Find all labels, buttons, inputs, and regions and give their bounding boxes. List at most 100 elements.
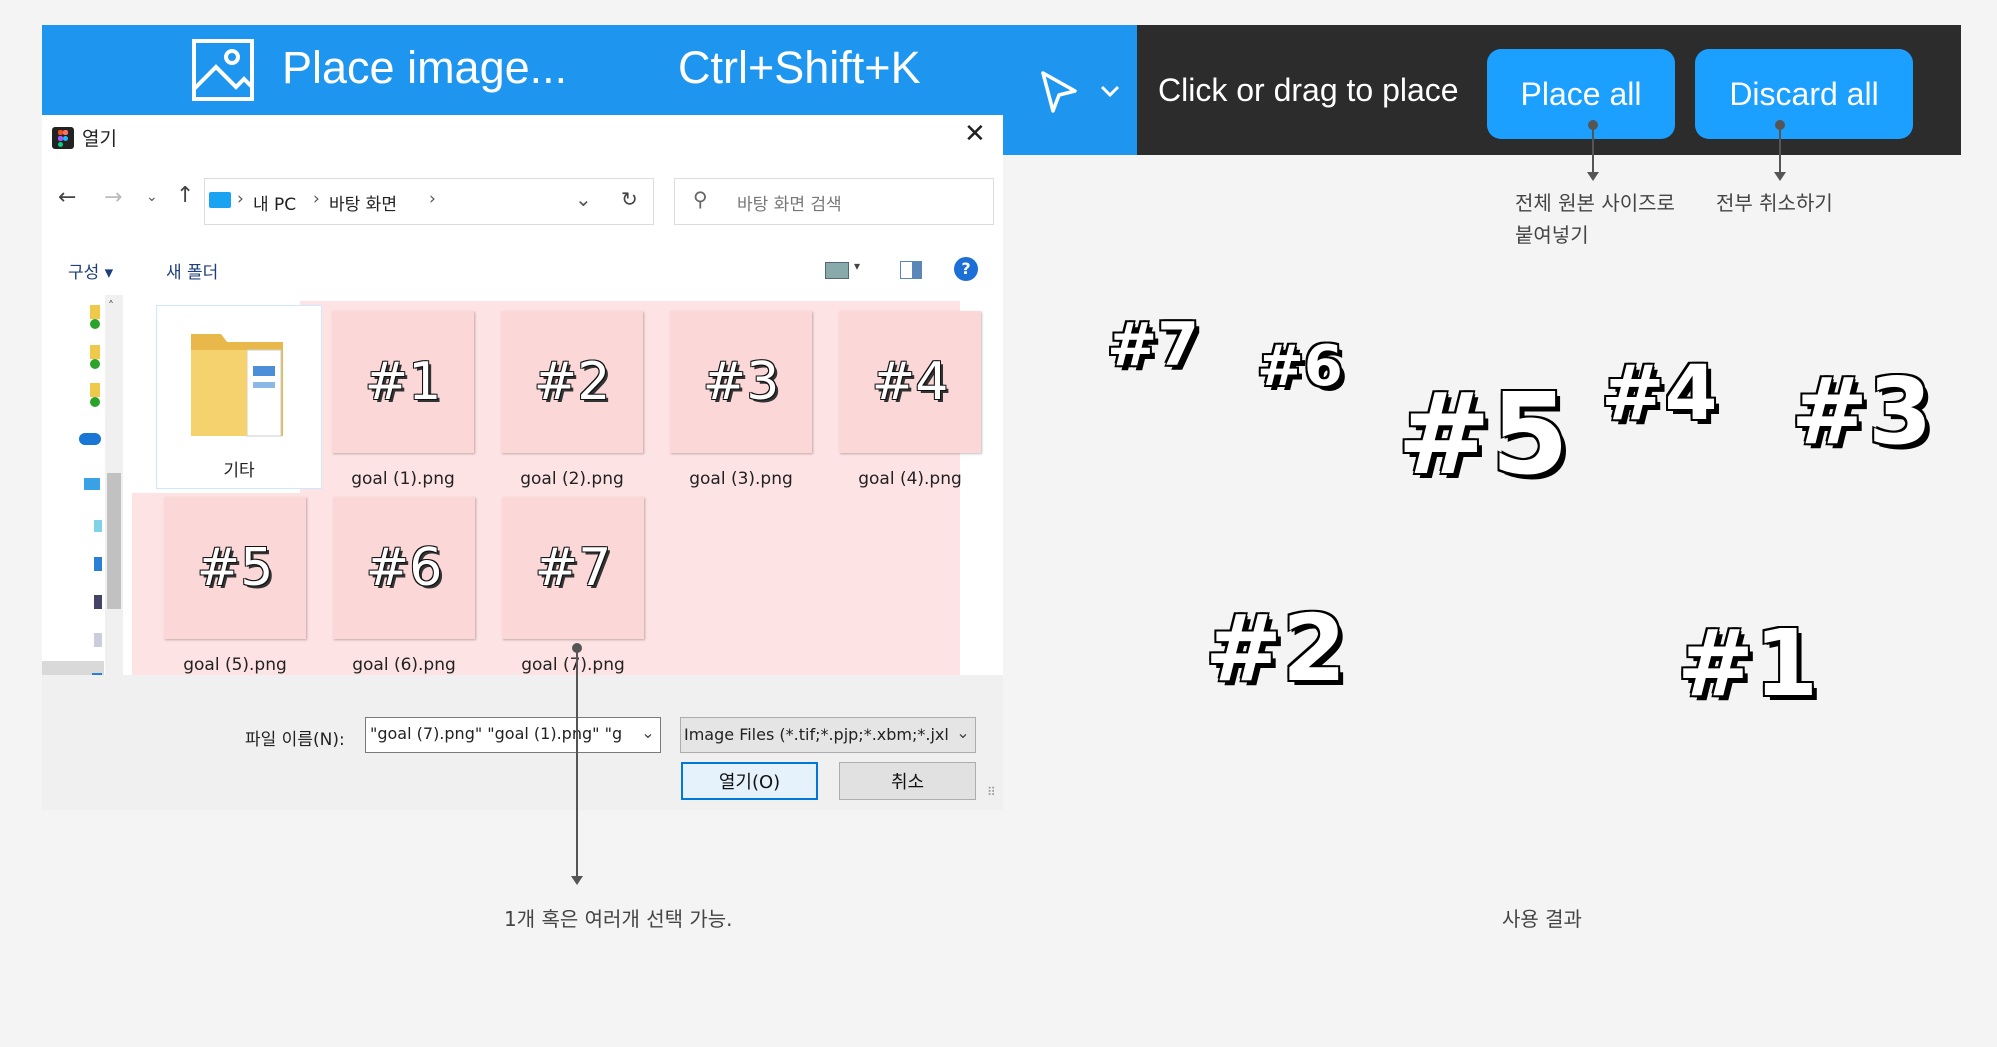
filename-value: "goal (7).png" "goal (1).png" "g — [370, 724, 623, 743]
annotation-arrow — [571, 648, 583, 885]
help-icon[interactable]: ? — [954, 257, 978, 281]
thumbnail-text: #3 — [702, 352, 780, 412]
scrollbar-thumb[interactable] — [107, 473, 121, 609]
nav-scrollbar[interactable]: ˄ ˅ — [105, 295, 123, 705]
3d-objects-icon[interactable] — [94, 520, 102, 532]
place-image-menu-item[interactable]: Place image... Ctrl+Shift+K — [42, 25, 1003, 115]
annotation-arrow — [1774, 123, 1786, 181]
file-name: goal (4).png — [858, 469, 962, 489]
annotation-dot — [1775, 120, 1785, 130]
filename-label: 파일 이름(N): — [245, 730, 345, 750]
annotation-dot — [1588, 120, 1598, 130]
file-item[interactable]: #1 goal (1).png — [318, 311, 488, 493]
placed-image-4[interactable]: #4 — [1601, 348, 1718, 437]
folder-name: 기타 — [223, 461, 255, 481]
file-item[interactable]: #3 goal (3).png — [656, 311, 826, 493]
file-thumbnail: #6 — [333, 497, 475, 639]
documents-icon[interactable] — [94, 633, 102, 647]
address-bar[interactable]: › 내 PC › 바탕 화면 › ⌄ ↻ — [204, 178, 654, 225]
filename-input[interactable]: "goal (7).png" "goal (1).png" "g ⌄ — [365, 717, 661, 753]
annotation-arrow — [1587, 123, 1599, 181]
filetype-select[interactable]: Image Files (*.tif;*.pjp;*.xbm;*.jxl ⌄ — [680, 717, 976, 753]
folder-icon — [191, 334, 283, 437]
file-thumbnail: #3 — [670, 311, 812, 453]
file-thumbnail: #2 — [501, 311, 643, 453]
cursor-arrow-icon — [1041, 71, 1077, 113]
command-bar: 구성 ▾ 새 폴더 ▾ ? — [42, 245, 1003, 295]
address-dropdown-icon[interactable]: ⌄ — [575, 187, 592, 211]
breadcrumb-item[interactable]: 바탕 화면 — [329, 190, 397, 215]
multi-select-annotation: 1개 혹은 여러개 선택 가능. — [504, 907, 733, 931]
resize-grip-icon[interactable]: ⠿ — [987, 785, 996, 799]
forward-arrow-icon[interactable]: → — [104, 185, 122, 210]
file-thumbnail: #5 — [164, 497, 306, 639]
placed-image-1[interactable]: #1 — [1677, 610, 1818, 717]
folder-icon[interactable] — [90, 383, 100, 397]
open-file-dialog: 열기 ✕ ← → ⌄ ↑ › 내 PC › 바탕 화면 › ⌄ ↻ ⚲ 바탕 화… — [42, 115, 1003, 810]
place-toolbar: Click or drag to place Place all Discard… — [1003, 25, 1961, 155]
videos-icon[interactable] — [94, 595, 102, 609]
thumbnail-text: #7 — [534, 538, 612, 598]
cancel-button[interactable]: 취소 — [839, 762, 976, 800]
chevron-down-icon — [1100, 85, 1120, 98]
dialog-titlebar: 열기 ✕ — [42, 115, 1003, 159]
chevron-down-icon[interactable]: ⌄ — [636, 718, 660, 752]
file-thumbnail: #4 — [839, 311, 981, 453]
file-item[interactable]: #6 goal (6).png — [319, 497, 489, 679]
search-icon: ⚲ — [693, 187, 708, 211]
new-folder-button[interactable]: 새 폴더 — [166, 258, 218, 283]
placed-image-6[interactable]: #6 — [1257, 334, 1343, 399]
placed-image-7[interactable]: #7 — [1107, 310, 1199, 380]
place-all-button[interactable]: Place all — [1487, 49, 1675, 139]
file-name: goal (6).png — [352, 655, 456, 675]
open-button[interactable]: 열기(O) — [681, 762, 818, 800]
file-name: goal (5).png — [183, 655, 287, 675]
thumbnail-text: #4 — [871, 352, 949, 412]
dialog-bottom-bar: 파일 이름(N): "goal (7).png" "goal (1).png" … — [42, 675, 1003, 810]
discard-all-annotation: 전부 취소하기 — [1716, 191, 1833, 215]
pc-icon[interactable] — [84, 478, 100, 490]
folder-icon[interactable] — [90, 305, 100, 319]
downloads-icon[interactable] — [94, 557, 102, 571]
menu-item-label: Place image... — [282, 42, 568, 93]
sync-check-icon — [90, 397, 100, 407]
result-annotation: 사용 결과 — [1502, 907, 1582, 931]
chevron-down-icon[interactable]: ⌄ — [951, 718, 975, 752]
thumbnail-text: #5 — [196, 538, 274, 598]
file-thumbnail: #1 — [332, 311, 474, 453]
onedrive-icon[interactable] — [79, 433, 101, 445]
organize-menu[interactable]: 구성 ▾ — [68, 258, 113, 283]
thumbnail-text: #1 — [364, 352, 442, 412]
refresh-icon[interactable]: ↻ — [621, 187, 638, 211]
image-icon — [192, 39, 254, 101]
file-item[interactable]: #5 goal (5).png — [150, 497, 320, 679]
up-arrow-icon[interactable]: ↑ — [176, 183, 194, 208]
search-placeholder: 바탕 화면 검색 — [737, 195, 842, 215]
placed-image-3[interactable]: #3 — [1791, 358, 1932, 465]
recent-chevron-icon[interactable]: ⌄ — [146, 189, 158, 205]
close-icon[interactable]: ✕ — [964, 119, 986, 149]
file-item[interactable]: #2 goal (2).png — [487, 311, 657, 493]
pc-icon — [209, 192, 231, 208]
sync-check-icon — [90, 319, 100, 329]
sync-check-icon — [90, 359, 100, 369]
search-box[interactable]: ⚲ 바탕 화면 검색 — [674, 178, 994, 225]
breadcrumb-item[interactable]: 내 PC — [253, 190, 296, 215]
thumbnail-text: #2 — [533, 352, 611, 412]
dialog-title: 열기 — [82, 128, 117, 150]
folder-item[interactable]: 기타 — [156, 305, 322, 489]
folder-icon[interactable] — [90, 345, 100, 359]
placed-image-2[interactable]: #2 — [1205, 595, 1346, 702]
place-all-annotation: 전체 원본 사이즈로 붙여넣기 — [1515, 191, 1675, 247]
thumbnail-text: #6 — [365, 538, 443, 598]
file-name: goal (3).png — [689, 469, 793, 489]
file-item[interactable]: #4 goal (4).png — [825, 311, 995, 493]
back-arrow-icon[interactable]: ← — [58, 185, 76, 210]
place-hint: Click or drag to place — [1158, 72, 1459, 108]
placed-image-5[interactable]: #5 — [1397, 370, 1569, 500]
menu-item-shortcut: Ctrl+Shift+K — [678, 42, 921, 93]
discard-all-button[interactable]: Discard all — [1695, 49, 1913, 139]
view-options-icon[interactable] — [825, 262, 849, 279]
tool-selector[interactable] — [1003, 25, 1137, 155]
preview-pane-icon[interactable] — [900, 261, 922, 279]
